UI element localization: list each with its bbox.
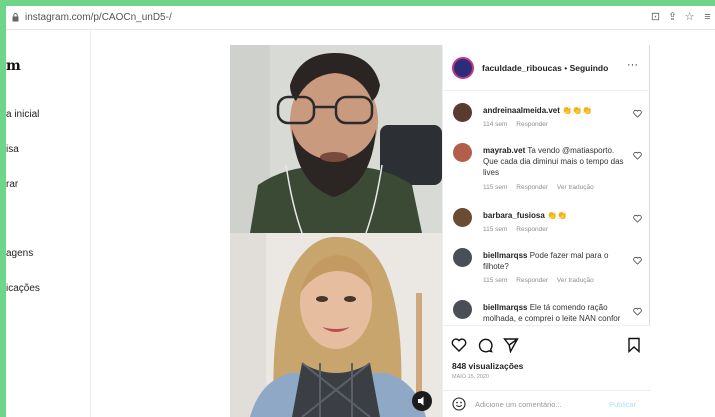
comment-meta: 114 sem Responder — [483, 121, 555, 128]
comment-meta: 115 sem Responder Ver tradução — [483, 277, 601, 284]
like-heart-icon[interactable] — [633, 307, 642, 316]
comment-username[interactable]: biellmarqss — [483, 303, 527, 312]
sidebar-item-home[interactable]: a inicial — [6, 109, 39, 120]
like-heart-icon[interactable] — [633, 256, 642, 265]
comment-username[interactable]: mayrab.vet — [483, 146, 525, 155]
browser-window: instagram.com/p/CAOCn_unD5-/ ⊡ ⇪ ☆ ≡ m a… — [6, 6, 715, 417]
comment-meta: 115 sem Responder Ver tradução — [483, 184, 601, 191]
translate-link[interactable]: Ver tradução — [557, 184, 594, 191]
reply-link[interactable]: Responder — [516, 226, 548, 233]
account-avatar[interactable] — [452, 57, 474, 79]
publish-button[interactable]: Publicar — [609, 400, 636, 409]
sidebar: m a inicial isa rar agens icações — [6, 31, 91, 417]
comment-time: 114 sem — [483, 121, 508, 128]
comment-text: biellmarqss Ele tá comendo ração molhada… — [483, 302, 625, 325]
comment-item: biellmarqss Ele tá comendo ração molhada… — [443, 300, 651, 325]
comment-username[interactable]: barbara_fusiosa — [483, 211, 545, 220]
address-bar[interactable]: instagram.com/p/CAOCn_unD5-/ ⊡ ⇪ ☆ ≡ — [6, 6, 715, 30]
comment-meta: 115 sem Responder — [483, 226, 555, 233]
share-icon[interactable]: ⇪ — [666, 11, 679, 24]
like-icon[interactable] — [451, 337, 467, 353]
avatar[interactable] — [453, 143, 472, 162]
reply-link[interactable]: Responder — [516, 184, 548, 191]
avatar[interactable] — [453, 248, 472, 267]
comment-time: 115 sem — [483, 184, 508, 191]
follow-status[interactable]: Seguindo — [570, 63, 609, 73]
sidebar-item-search[interactable]: isa — [6, 144, 19, 155]
comment-body: 👏👏👏 — [562, 106, 593, 115]
comment-text: barbara_fusiosa 👏👏 — [483, 210, 625, 221]
avatar[interactable] — [453, 103, 472, 122]
sound-button[interactable] — [412, 391, 432, 411]
star-icon[interactable]: ☆ — [683, 11, 696, 24]
lock-icon — [12, 13, 19, 22]
more-options-icon[interactable]: ··· — [627, 59, 638, 71]
comment-time: 115 sem — [483, 226, 508, 233]
video-bottom-participant — [230, 233, 442, 417]
comment-text: andreinaalmeida.vet 👏👏👏 — [483, 105, 625, 116]
install-icon[interactable]: ⊡ — [649, 11, 662, 24]
menu-icon[interactable]: ≡ — [701, 11, 714, 24]
add-comment-bar: Adicione um comentário... Publicar — [443, 390, 651, 417]
comment-icon[interactable] — [477, 337, 493, 353]
emoji-icon[interactable] — [452, 397, 466, 411]
comment-username[interactable]: biellmarqss — [483, 251, 527, 260]
bookmark-icon[interactable] — [626, 337, 642, 353]
comment-text: biellmarqss Pode fazer mal para o filhot… — [483, 250, 625, 272]
sidebar-item-notifications[interactable]: icações — [6, 283, 40, 294]
woman-portrait — [230, 233, 442, 417]
avatar[interactable] — [453, 300, 472, 319]
like-heart-icon[interactable] — [633, 151, 642, 160]
post-actions: 848 visualizações MAIO 15, 2020 Adicione… — [443, 325, 651, 417]
separator-dot: • — [564, 63, 568, 73]
avatar[interactable] — [453, 208, 472, 227]
translate-link[interactable]: Ver tradução — [557, 277, 594, 284]
post-header: faculdade_riboucas • Seguindo ··· — [443, 45, 651, 91]
speaker-icon — [418, 396, 424, 406]
sidebar-item-messages[interactable]: agens — [6, 248, 33, 259]
post-header-text: faculdade_riboucas • Seguindo — [482, 63, 608, 73]
share-icon[interactable] — [503, 337, 519, 353]
view-count: 848 visualizações — [452, 361, 524, 371]
live-video[interactable] — [230, 45, 442, 417]
comment-username[interactable]: andreinaalmeida.vet — [483, 106, 560, 115]
man-portrait — [230, 45, 442, 234]
post-panel: faculdade_riboucas • Seguindo ··· andrei… — [442, 45, 651, 417]
like-heart-icon[interactable] — [633, 214, 642, 223]
video-top-participant — [230, 45, 442, 234]
reply-link[interactable]: Responder — [516, 277, 548, 284]
comment-body: 👏👏 — [547, 211, 567, 220]
reply-link[interactable]: Responder — [516, 121, 548, 128]
like-heart-icon[interactable] — [633, 109, 642, 118]
url-text[interactable]: instagram.com/p/CAOCn_unD5-/ — [25, 12, 172, 23]
instagram-logo[interactable]: m — [6, 58, 21, 74]
comment-input[interactable]: Adicione um comentário... — [475, 400, 562, 409]
comment-text: mayrab.vet Ta vendo @matiasporto. Que ca… — [483, 145, 625, 178]
post-date: MAIO 15, 2020 — [452, 374, 489, 380]
sidebar-item-explore[interactable]: rar — [6, 179, 18, 190]
account-username[interactable]: faculdade_riboucas — [482, 63, 562, 73]
comment-time: 115 sem — [483, 277, 508, 284]
